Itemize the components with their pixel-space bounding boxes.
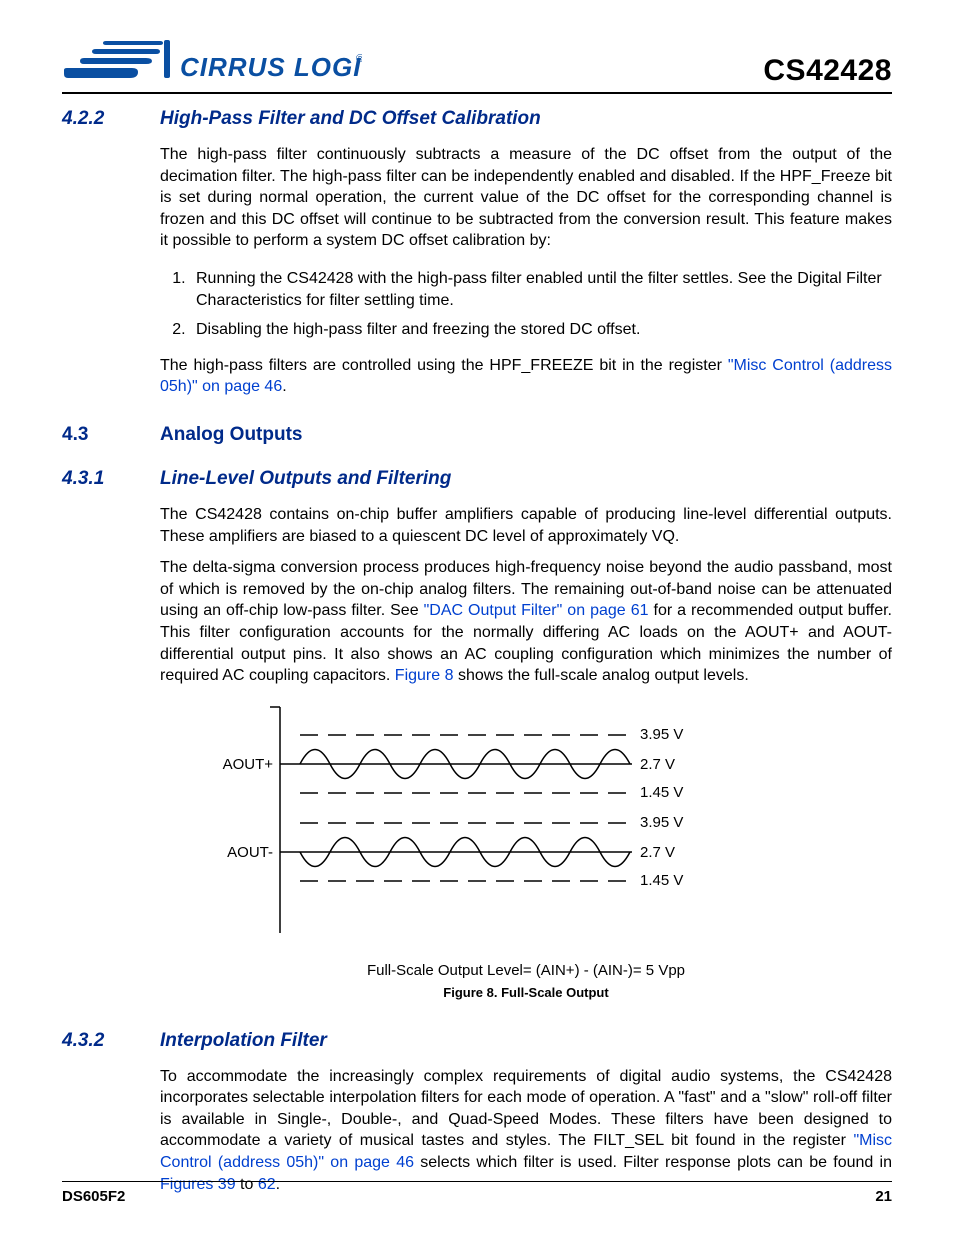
page-footer: DS605F2 21 [62, 1181, 892, 1205]
heading-4-3-1: 4.3.1 Line-Level Outputs and Filtering [62, 468, 892, 490]
section-title: Line-Level Outputs and Filtering [160, 468, 451, 490]
heading-4-2-2: 4.2.2 High-Pass Filter and DC Offset Cal… [62, 108, 892, 130]
label-aout-minus: AOUT- [227, 844, 273, 861]
section-number: 4.2.2 [62, 108, 160, 130]
section-title: High-Pass Filter and DC Offset Calibrati… [160, 108, 541, 130]
section-number: 4.3.2 [62, 1030, 160, 1052]
label-aout-plus: AOUT+ [223, 756, 274, 773]
list-item: Running the CS42428 with the high-pass f… [190, 268, 892, 311]
paragraph: To accommodate the increasingly complex … [160, 1066, 892, 1196]
page-number: 21 [875, 1188, 892, 1205]
paragraph: The CS42428 contains on-chip buffer ampl… [160, 504, 892, 547]
label-v-bot-1: 1.45 V [640, 784, 683, 801]
figure-title: Figure 8. Full-Scale Output [160, 985, 892, 1000]
section-title: Interpolation Filter [160, 1030, 327, 1052]
ordered-list: Running the CS42428 with the high-pass f… [160, 268, 892, 341]
label-v-top-2: 3.95 V [640, 814, 683, 831]
label-v-mid-1: 2.7 V [640, 756, 675, 773]
text: selects which filter is used. Filter res… [414, 1154, 892, 1171]
label-v-mid-2: 2.7 V [640, 844, 675, 861]
link-figure-8[interactable]: Figure 8 [395, 667, 454, 684]
section-title: Analog Outputs [160, 424, 302, 446]
paragraph: The delta-sigma conversion process produ… [160, 557, 892, 687]
paragraph: The high-pass filters are controlled usi… [160, 355, 892, 398]
heading-4-3: 4.3 Analog Outputs [62, 424, 892, 446]
heading-4-3-2: 4.3.2 Interpolation Filter [62, 1030, 892, 1052]
figure-8: AOUT+ AOUT- 3.95 V 2.7 V 1.45 V 3.95 V 2… [160, 701, 892, 1000]
svg-text:®: ® [356, 53, 362, 65]
doc-id: DS605F2 [62, 1188, 125, 1205]
section-number: 4.3.1 [62, 468, 160, 490]
paragraph: The high-pass filter continuously subtra… [160, 144, 892, 252]
link-dac-output-filter[interactable]: "DAC Output Filter" on page 61 [424, 602, 649, 619]
page-header: CIRRUS LOGIC ® CS42428 [62, 34, 892, 94]
part-number: CS42428 [763, 54, 892, 88]
section-number: 4.3 [62, 424, 160, 446]
text: The high-pass filters are controlled usi… [160, 357, 728, 374]
text: . [282, 378, 286, 395]
svg-text:CIRRUS LOGIC: CIRRUS LOGIC [180, 52, 362, 82]
label-v-top-1: 3.95 V [640, 726, 683, 743]
list-item: Disabling the high-pass filter and freez… [190, 319, 892, 341]
figure-caption-line: Full-Scale Output Level= (AIN+) - (AIN-)… [160, 962, 892, 979]
text: shows the full-scale analog output level… [454, 667, 749, 684]
text: To accommodate the increasingly complex … [160, 1068, 892, 1150]
cirrus-logic-logo: CIRRUS LOGIC ® [62, 34, 362, 88]
label-v-bot-2: 1.45 V [640, 872, 683, 889]
